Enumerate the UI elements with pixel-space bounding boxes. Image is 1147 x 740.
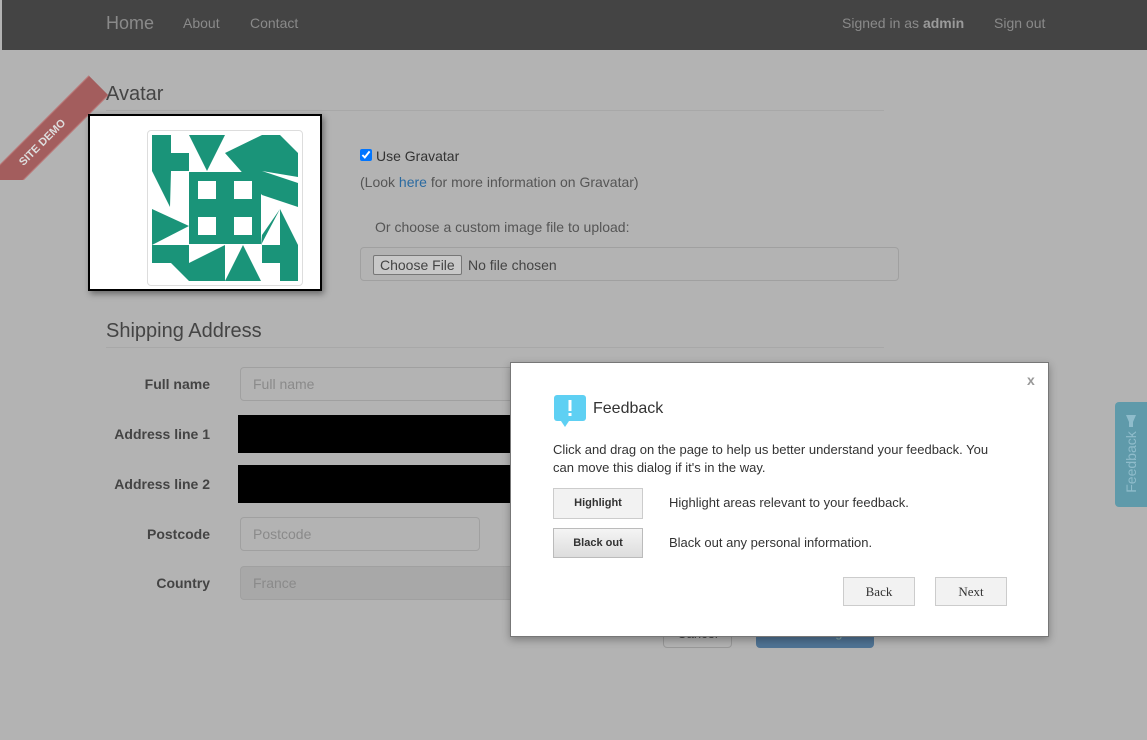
sign-out-link[interactable]: Sign out [994,15,1045,31]
country-select[interactable]: France [240,566,530,600]
feedback-tab[interactable]: Feedback [1115,402,1147,507]
nav-contact[interactable]: Contact [250,15,298,31]
close-button[interactable]: x [1027,372,1035,388]
use-gravatar-row: Use Gravatar [360,148,459,164]
avatar [147,130,303,286]
identicon-image [152,135,298,281]
highlight-description: Highlight areas relevant to your feedbac… [669,495,909,510]
avatar-heading: Avatar [106,83,884,111]
info-suffix: for more information on Gravatar) [426,174,639,190]
gravatar-here-link[interactable]: here [399,174,427,190]
highlight-button[interactable]: Highlight [553,488,643,519]
choose-file-button[interactable]: Choose File [373,255,462,275]
nav-about[interactable]: About [183,15,220,31]
feedback-instructions: Click and drag on the page to help us be… [553,442,989,475]
use-gravatar-label: Use Gravatar [376,148,460,164]
next-button[interactable]: Next [935,577,1007,606]
signed-in-text: Signed in as admin [842,15,964,31]
no-file-text: No file chosen [468,257,557,273]
gravatar-info: (Look here for more information on Grava… [360,174,639,190]
country-label: Country [156,575,210,591]
use-gravatar-checkbox[interactable] [360,149,372,161]
username: admin [922,15,965,31]
postcode-label: Postcode [146,526,210,542]
file-input[interactable]: Choose File No file chosen [360,247,899,281]
address1-label: Address line 1 [114,426,210,442]
full-name-label: Full name [144,376,210,392]
feedback-title: Feedback [593,400,664,417]
shipping-heading: Shipping Address [106,320,884,348]
feedback-tab-label: Feedback [1123,431,1139,493]
postcode-input[interactable]: Postcode [240,517,480,551]
avatar-preview [88,114,322,291]
info-prefix: (Look [360,174,399,190]
address1-input-blacked-out[interactable] [238,415,510,453]
navbar: Home About Contact Signed in as admin Si… [2,0,1147,50]
address2-label: Address line 2 [114,476,210,492]
feedback-dialog[interactable]: x Feedback Click and drag on the page to… [510,362,1049,637]
full-name-input[interactable]: Full name [240,367,530,401]
address2-input-blacked-out[interactable] [238,465,510,503]
nav-home[interactable]: Home [106,13,154,34]
feedback-speech-bubble-icon [554,395,586,427]
black-out-button[interactable]: Black out [553,528,643,558]
signed-in-prefix: Signed in as [842,15,923,31]
black-out-description: Black out any personal information. [669,535,873,550]
custom-image-label: Or choose a custom image file to upload: [375,219,630,235]
back-button[interactable]: Back [843,577,915,606]
